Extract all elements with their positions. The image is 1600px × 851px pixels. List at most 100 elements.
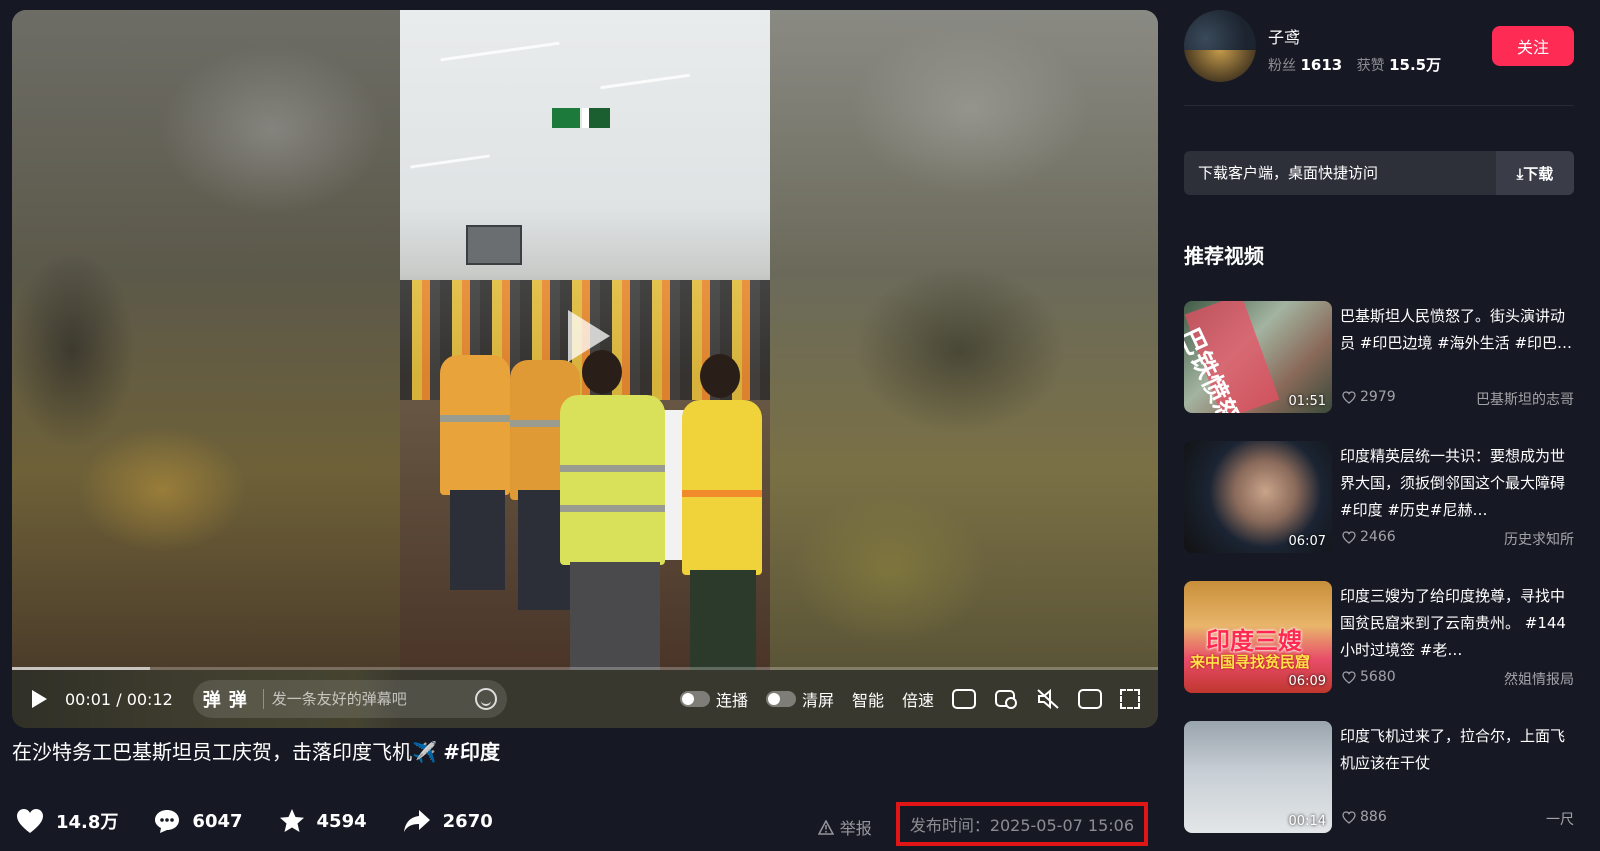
video-thumbnail[interactable]: 06:07 [1184,441,1332,553]
toggle-switch-icon [765,691,796,707]
recommend-likes: 5680 [1342,669,1396,685]
video-hashtag[interactable]: #印度 [443,740,500,764]
recommend-author[interactable]: 一尺 [1546,809,1574,829]
video-duration: 00:14 [1288,814,1326,829]
recommend-like-count: 886 [1360,809,1387,825]
player-controls: 00:01 / 00:12 弹 弹 连播 清屏 智能 倍速 [12,670,1158,728]
video-thumbnail[interactable]: 巴铁愤怒 01:51 [1184,301,1332,413]
worker-figure [682,400,762,575]
author-card: 子鸢 粉丝 1613 获赞 15.5万 关注 [1184,10,1574,106]
ceiling-vent [466,225,522,265]
loop-icon[interactable] [994,688,1018,710]
video-player[interactable]: 00:01 / 00:12 弹 弹 连播 清屏 智能 倍速 [12,10,1158,728]
recommend-like-count: 2979 [1360,389,1396,405]
worker-legs [690,570,756,670]
video-title-text: 在沙特务工巴基斯坦员工庆贺，击落印度飞机✈️ [12,740,437,764]
recommend-like-count: 5680 [1360,669,1396,685]
recommend-item-title[interactable]: 印度精英层统一共识：要想成为世界大国，须扳倒邻国这个最大障碍 #印度 #历史#尼… [1340,443,1574,524]
recommend-item-title[interactable]: 印度飞机过来了，拉合尔，上面飞机应该在干仗 [1340,723,1574,777]
recommend-item[interactable]: 06:07 印度精英层统一共识：要想成为世界大国，须扳倒邻国这个最大障碍 #印度… [1184,441,1574,553]
heart-outline-icon [1342,670,1356,684]
star-icon [279,809,304,832]
play-icon[interactable] [32,690,47,708]
comment-icon [155,810,180,833]
flag-emojis [552,108,610,128]
recommend-item[interactable]: 巴铁愤怒 01:51 巴基斯坦人民愤怒了。街头演讲动员 #印巴边境 #海外生活 … [1184,301,1574,413]
worker-legs [450,490,505,590]
fullscreen-icon[interactable] [1120,689,1140,709]
download-banner: 下载客户端，桌面快捷访问 ⤓下载 [1184,151,1574,195]
autoplay-label: 连播 [715,691,748,710]
publish-time: 发布时间：2025-05-07 15:06 [895,802,1148,846]
comment-button[interactable]: 6047 [154,808,243,834]
clear-screen-label: 清屏 [801,691,834,710]
favorite-button[interactable]: 4594 [279,808,367,834]
toggle-switch-icon [679,691,710,707]
blurred-backdrop-left [12,10,400,670]
danmaku-input[interactable] [271,690,475,708]
mute-icon[interactable] [1036,688,1060,710]
follow-button[interactable]: 关注 [1492,26,1574,66]
time-display: 00:01 / 00:12 [65,690,173,709]
recommend-item-title[interactable]: 巴基斯坦人民愤怒了。街头演讲动员 #印巴边境 #海外生活 #印巴… [1340,303,1574,357]
clear-screen-toggle[interactable]: 清屏 [765,687,834,711]
like-button[interactable]: 14.8万 [16,808,118,834]
favorite-count: 4594 [316,810,367,832]
thumbnail-subtext: 来中国寻找贫民窟 [1190,653,1311,671]
recommend-title: 推荐视频 [1184,244,1264,268]
danmaku-settings-icon[interactable]: 弹 [229,686,247,712]
author-stats: 粉丝 1613 获赞 15.5万 [1268,54,1451,75]
video-duration: 01:51 [1288,394,1326,409]
picture-in-picture-icon[interactable] [952,689,976,709]
recommend-likes: 2466 [1342,529,1396,545]
current-time: 00:01 [65,689,112,709]
recommend-likes: 886 [1342,809,1387,825]
recommend-item[interactable]: 00:14 印度飞机过来了，拉合尔，上面飞机应该在干仗 886 一尺 [1184,721,1574,833]
recommend-item-title[interactable]: 印度三嫂为了给印度挽尊，寻找中国贫民窟来到了云南贵州。 #144小时过境签 #老… [1340,583,1574,664]
worker-figure [440,355,510,495]
worker-figure [560,395,665,565]
heart-outline-icon [1342,530,1356,544]
recommend-likes: 2979 [1342,389,1396,405]
fans-label: 粉丝 [1268,58,1296,74]
like-count: 14.8万 [56,812,119,833]
speed-button[interactable]: 倍速 [902,687,934,711]
play-overlay-icon[interactable] [568,310,610,362]
divider [262,689,264,709]
recommend-author[interactable]: 然姐情报局 [1504,669,1574,689]
emoji-icon[interactable] [474,688,497,710]
share-count: 2670 [442,810,493,832]
recommend-author[interactable]: 历史求知所 [1504,529,1574,549]
pakistan-flag-icon [582,108,610,128]
web-fullscreen-icon[interactable] [1078,689,1102,709]
video-duration: 06:07 [1288,534,1326,549]
danmaku-bar: 弹 弹 [192,680,507,718]
video-thumbnail[interactable]: 00:14 [1184,721,1332,833]
ceiling-light [410,154,490,169]
video-duration: 06:09 [1288,674,1326,689]
heart-outline-icon [1342,810,1356,824]
video-thumbnail[interactable]: 印度三嫂 来中国寻找贫民窟 06:09 [1184,581,1332,693]
ceiling-light [440,41,560,62]
author-likes-count: 15.5万 [1389,56,1442,74]
autoplay-toggle[interactable]: 连播 [679,687,748,711]
danmaku-toggle-icon[interactable]: 弹 [203,686,221,712]
share-button[interactable]: 2670 [403,809,493,833]
heart-icon [17,809,43,833]
avatar[interactable] [1184,10,1256,82]
duration: 00:12 [126,689,173,709]
recommend-item[interactable]: 印度三嫂 来中国寻找贫民窟 06:09 印度三嫂为了给印度挽尊，寻找中国贫民窟来… [1184,581,1574,693]
video-frame[interactable] [400,10,770,670]
download-button[interactable]: ⤓下载 [1496,151,1574,195]
report-button[interactable]: 举报 [817,815,872,839]
recommend-like-count: 2466 [1360,529,1396,545]
blurred-backdrop-right [770,10,1158,670]
video-meta: 举报 发布时间：2025-05-07 15:06 [817,802,1148,846]
ceiling-light [600,73,690,90]
recommend-author[interactable]: 巴基斯坦的志哥 [1476,389,1574,409]
engagement-stats: 14.8万 6047 4594 2670 [16,808,493,834]
author-name[interactable]: 子鸢 [1268,24,1300,48]
smart-button[interactable]: 智能 [852,687,884,711]
player-right-controls: 连播 清屏 智能 倍速 [679,670,1140,728]
fans-count: 1613 [1300,56,1343,74]
